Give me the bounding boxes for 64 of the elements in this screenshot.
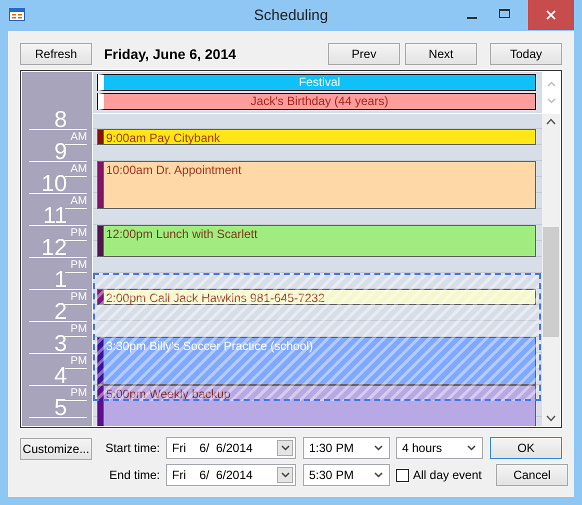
event-marker <box>98 386 104 426</box>
period-label: PM <box>64 355 87 369</box>
all-day-label: All day event <box>413 468 482 482</box>
hour-label: 10 <box>41 170 67 196</box>
event-marker <box>98 226 104 256</box>
start-time-dropdown[interactable]: 1:30 PM <box>303 437 390 459</box>
all-day-checkbox[interactable] <box>396 468 409 482</box>
duration-dropdown[interactable]: 4 hours <box>396 437 483 459</box>
close-button[interactable] <box>528 0 574 30</box>
maximize-icon[interactable] <box>499 8 510 18</box>
dropdown-icon <box>280 445 290 451</box>
hour-label: 12 <box>41 234 67 260</box>
dropdown-icon <box>467 445 476 451</box>
scroll-down-icon[interactable] <box>546 415 556 422</box>
hour-label: 8 <box>54 106 67 132</box>
event[interactable]: 10:00am Dr. Appointment <box>97 161 536 209</box>
start-time-label: Start time: <box>104 441 160 455</box>
hour-label: 3 <box>54 330 67 356</box>
period-label: PM <box>64 227 87 241</box>
prev-button[interactable]: Prev <box>328 43 400 65</box>
scrollbar[interactable] <box>542 114 560 426</box>
next-button[interactable]: Next <box>405 43 477 65</box>
today-button[interactable]: Today <box>490 43 562 65</box>
ok-button[interactable]: OK <box>490 437 562 459</box>
day-grid[interactable]: 9:00am Pay Citybank 10:00am Dr. Appointment 12:00pm Lunch with Scarlett 2:00pm Call Jack Hawkins 981-645-7232 3:30pm Billy's Soccer Practice (school) 5:00pm Weekly backup <box>93 114 542 426</box>
date-heading: Friday, June 6, 2014 <box>104 46 236 62</box>
event-marker <box>98 290 104 304</box>
window-title: Scheduling <box>252 7 330 24</box>
end-time-label: End time: <box>108 468 160 482</box>
dropdown-icon <box>374 472 383 478</box>
end-time-dropdown[interactable]: 5:30 PM <box>303 464 390 486</box>
hour-label: 5 <box>54 394 67 420</box>
event-marker <box>98 130 104 144</box>
customize-button[interactable]: Customize... <box>20 438 92 460</box>
time-selection[interactable] <box>93 273 541 401</box>
period-label: PM <box>64 291 87 305</box>
start-date-picker[interactable]: Fri 6/ 6/2014 <box>166 437 296 459</box>
period-label: AM <box>64 131 87 145</box>
period-label: AM <box>64 195 87 209</box>
event[interactable]: 9:00am Pay Citybank <box>97 129 536 145</box>
all-day-event[interactable]: Jack's Birthday (44 years) <box>98 93 536 110</box>
scroll-thumb[interactable] <box>543 227 559 337</box>
cancel-button[interactable]: Cancel <box>496 464 568 486</box>
period-label: AM <box>64 163 87 177</box>
hour-label: 2 <box>54 298 67 324</box>
event[interactable]: 2:00pm Call Jack Hawkins 981-645-7232 <box>97 289 536 305</box>
dropdown-icon <box>374 445 383 451</box>
dropdown-icon <box>280 472 290 478</box>
event-marker <box>98 338 104 384</box>
event[interactable]: 12:00pm Lunch with Scarlett <box>97 225 536 257</box>
end-date-picker[interactable]: Fri 6/ 6/2014 <box>166 464 296 486</box>
event-marker <box>98 162 104 208</box>
scroll-up-icon[interactable] <box>546 118 556 125</box>
period-label: PM <box>64 259 87 273</box>
close-icon <box>546 10 556 20</box>
refresh-button[interactable]: Refresh <box>20 43 92 65</box>
app-icon <box>9 8 25 21</box>
hour-label: 4 <box>54 362 67 388</box>
hour-label: 9 <box>54 138 67 164</box>
hour-label: 11 <box>43 202 67 228</box>
period-label: PM <box>64 387 87 401</box>
hour-label: 1 <box>54 266 67 292</box>
event[interactable]: 5:00pm Weekly backup <box>97 385 536 426</box>
period-label: PM <box>64 323 87 337</box>
